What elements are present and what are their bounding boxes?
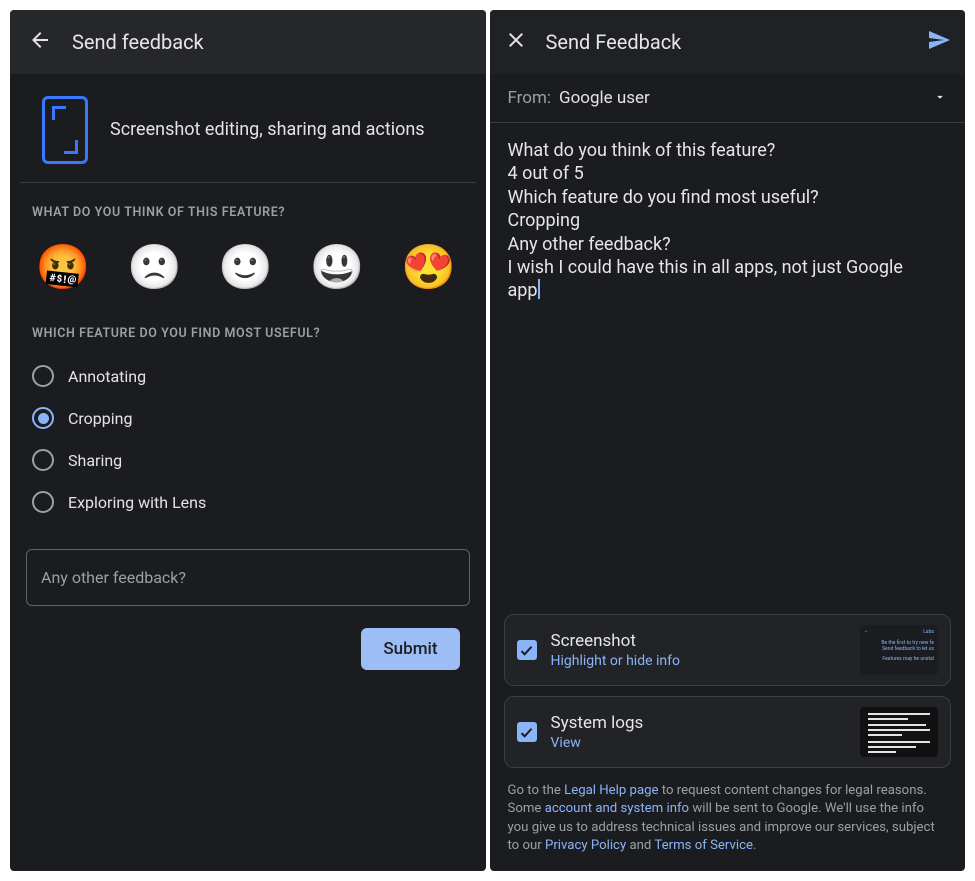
- hero-text: Screenshot editing, sharing and actions: [110, 118, 425, 142]
- feedback-text-body[interactable]: What do you think of this feature? 4 out…: [490, 123, 966, 608]
- rating-emoji-5[interactable]: 😍: [398, 236, 460, 298]
- feedback-compose-screen: Send Feedback From: Google user What do …: [490, 10, 966, 871]
- text-caret: [538, 279, 540, 299]
- app-bar-title: Send feedback: [72, 30, 204, 54]
- from-row[interactable]: From: Google user: [490, 74, 966, 123]
- radio-icon: [32, 365, 54, 387]
- send-icon[interactable]: [927, 28, 951, 56]
- attachment-action-link[interactable]: View: [551, 735, 847, 751]
- checkbox-icon[interactable]: [517, 640, 537, 660]
- feedback-survey-screen: Send feedback Screenshot editing, sharin…: [10, 10, 486, 871]
- screenshot-app-icon: [42, 96, 88, 164]
- app-bar: Send Feedback: [490, 10, 966, 74]
- body-line: Any other feedback?: [508, 233, 948, 256]
- attachments-area: Screenshot Highlight or hide info ← Labs…: [490, 608, 966, 780]
- attachment-texts: System logs View: [551, 713, 847, 751]
- system-logs-thumbnail[interactable]: [860, 707, 938, 757]
- from-label: From:: [508, 88, 552, 108]
- back-icon[interactable]: [28, 28, 52, 56]
- footer-text: .: [753, 838, 756, 853]
- body-line: I wish I could have this in all apps, no…: [508, 256, 948, 279]
- app-bar-title: Send Feedback: [546, 30, 682, 54]
- submit-row: Submit: [10, 606, 486, 692]
- question-rating: WHAT DO YOU THINK OF THIS FEATURE? 🤬 🙁 🙂…: [10, 183, 486, 304]
- privacy-policy-link[interactable]: Privacy Policy: [545, 838, 626, 853]
- radio-group: Annotating Cropping Sharing Exploring wi…: [32, 357, 464, 521]
- radio-label: Annotating: [68, 367, 146, 386]
- from-value: Google user: [559, 88, 650, 108]
- rating-emoji-3[interactable]: 🙂: [215, 236, 277, 298]
- radio-exploring-lens[interactable]: Exploring with Lens: [32, 483, 464, 521]
- footer-text: and: [626, 838, 654, 853]
- question-label: WHAT DO YOU THINK OF THIS FEATURE?: [32, 205, 464, 220]
- radio-label: Cropping: [68, 409, 132, 428]
- attachment-title: Screenshot: [551, 631, 847, 651]
- radio-label: Sharing: [68, 451, 122, 470]
- attachment-action-link[interactable]: Highlight or hide info: [551, 653, 847, 669]
- footer-disclaimer: Go to the Legal Help page to request con…: [490, 780, 966, 871]
- other-feedback-input[interactable]: Any other feedback?: [26, 549, 470, 606]
- rating-emoji-2[interactable]: 🙁: [123, 236, 185, 298]
- rating-emoji-1[interactable]: 🤬: [32, 236, 94, 298]
- legal-help-link[interactable]: Legal Help page: [564, 783, 658, 798]
- account-system-info-link[interactable]: account and system info: [545, 801, 689, 816]
- app-bar: Send feedback: [10, 10, 486, 74]
- thumbnail-preview-text: Labs Be the first to try new fe Send fee…: [864, 629, 934, 662]
- attachment-system-logs[interactable]: System logs View: [504, 696, 952, 768]
- radio-cropping[interactable]: Cropping: [32, 399, 464, 437]
- radio-sharing[interactable]: Sharing: [32, 441, 464, 479]
- rating-emoji-4[interactable]: 😃: [306, 236, 368, 298]
- checkbox-icon[interactable]: [517, 722, 537, 742]
- body-line: What do you think of this feature?: [508, 139, 948, 162]
- question-label: WHICH FEATURE DO YOU FIND MOST USEFUL?: [32, 326, 464, 341]
- radio-icon: [32, 491, 54, 513]
- body-line: Which feature do you find most useful?: [508, 186, 948, 209]
- radio-icon: [32, 449, 54, 471]
- body-line: Cropping: [508, 209, 948, 232]
- terms-of-service-link[interactable]: Terms of Service: [654, 838, 753, 853]
- body-line: 4 out of 5: [508, 162, 948, 185]
- emoji-rating-row: 🤬 🙁 🙂 😃 😍: [32, 236, 464, 298]
- hero-header: Screenshot editing, sharing and actions: [20, 74, 476, 183]
- attachment-title: System logs: [551, 713, 847, 733]
- footer-text: Go to the: [508, 783, 565, 798]
- attachment-screenshot[interactable]: Screenshot Highlight or hide info ← Labs…: [504, 614, 952, 686]
- close-icon[interactable]: [504, 28, 528, 56]
- screenshot-thumbnail[interactable]: ← Labs Be the first to try new fe Send f…: [860, 625, 938, 675]
- submit-button[interactable]: Submit: [361, 628, 459, 670]
- radio-annotating[interactable]: Annotating: [32, 357, 464, 395]
- dropdown-icon: [933, 89, 947, 108]
- footer-text: Some: [508, 801, 545, 816]
- footer-text: to request content changes for legal rea…: [659, 783, 927, 798]
- question-feature: WHICH FEATURE DO YOU FIND MOST USEFUL? A…: [10, 304, 486, 527]
- attachment-texts: Screenshot Highlight or hide info: [551, 631, 847, 669]
- radio-icon: [32, 407, 54, 429]
- body-line: app: [508, 280, 538, 301]
- radio-label: Exploring with Lens: [68, 493, 206, 512]
